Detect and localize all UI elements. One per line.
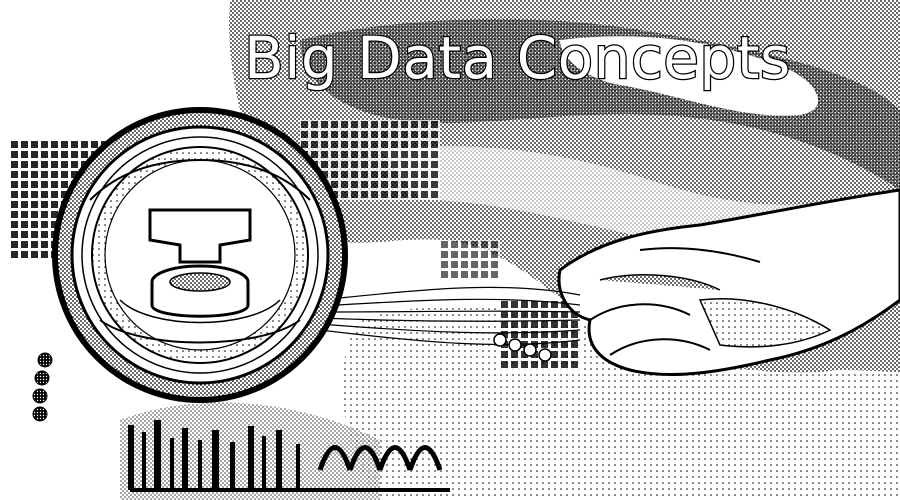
page-title: Big Data Concepts xyxy=(243,23,792,94)
hero-image: Big Data Concepts xyxy=(0,0,900,500)
